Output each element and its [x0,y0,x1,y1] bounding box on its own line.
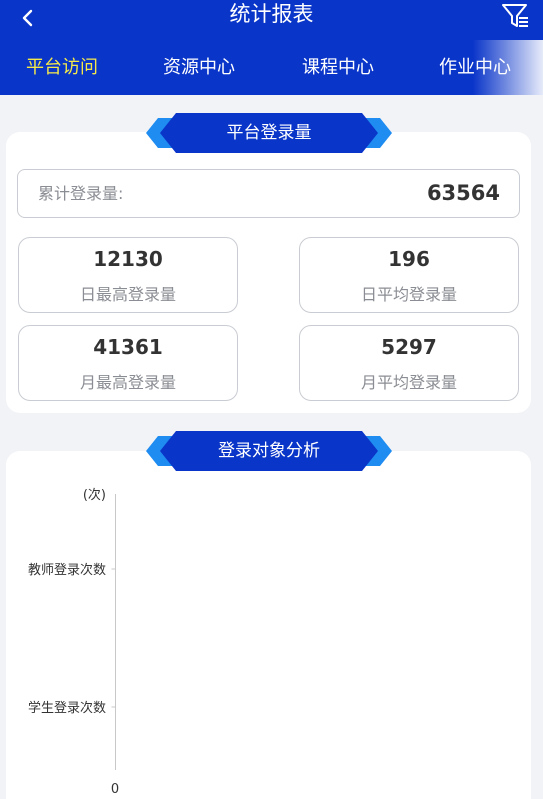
stat-label: 月最高登录量 [79,373,176,392]
filter-button[interactable] [499,0,533,32]
stat-value: 12130 [93,247,163,271]
page-title: 统计报表 [229,2,314,26]
stat-value: 41361 [93,335,163,359]
stat-monthly-max: 41361 月最高登录量 [18,325,238,401]
y-category-label: 学生登录次数 [28,700,106,716]
stat-label: 月平均登录量 [360,373,457,392]
top-bar: 统计报表 [0,0,543,40]
stat-value: 5297 [381,335,437,359]
chart-unit-label: (次) [83,487,106,503]
login-object-chart: (次) 教师登录次数学生登录次数 0 [28,487,119,797]
stat-daily-avg: 196 日平均登录量 [299,237,519,313]
tab-resource-center[interactable]: 资源中心 [163,40,235,95]
stat-label: 日平均登录量 [360,285,457,304]
x-tick-label: 0 [111,782,119,797]
tab-course-center[interactable]: 课程中心 [302,40,374,95]
total-login-box: 累计登录量: 63564 [17,169,520,218]
stat-value: 196 [388,247,430,271]
section-title: 平台登录量 [226,123,312,143]
object-section-ribbon: 登录对象分析 [146,431,392,471]
y-category-label: 教师登录次数 [28,562,106,578]
filter-icon [502,4,528,27]
stat-monthly-avg: 5297 月平均登录量 [299,325,519,401]
tab-bar: 平台访问 资源中心 课程中心 作业中心 [0,40,543,95]
tab-homework-center[interactable]: 作业中心 [439,40,511,95]
stat-label: 日最高登录量 [79,285,176,304]
login-section-ribbon: 平台登录量 [146,113,392,153]
total-login-value: 63564 [426,181,500,205]
total-login-label: 累计登录量: [38,184,124,203]
section-title: 登录对象分析 [218,441,320,461]
tab-platform-visit[interactable]: 平台访问 [26,40,98,95]
stat-daily-max: 12130 日最高登录量 [18,237,238,313]
